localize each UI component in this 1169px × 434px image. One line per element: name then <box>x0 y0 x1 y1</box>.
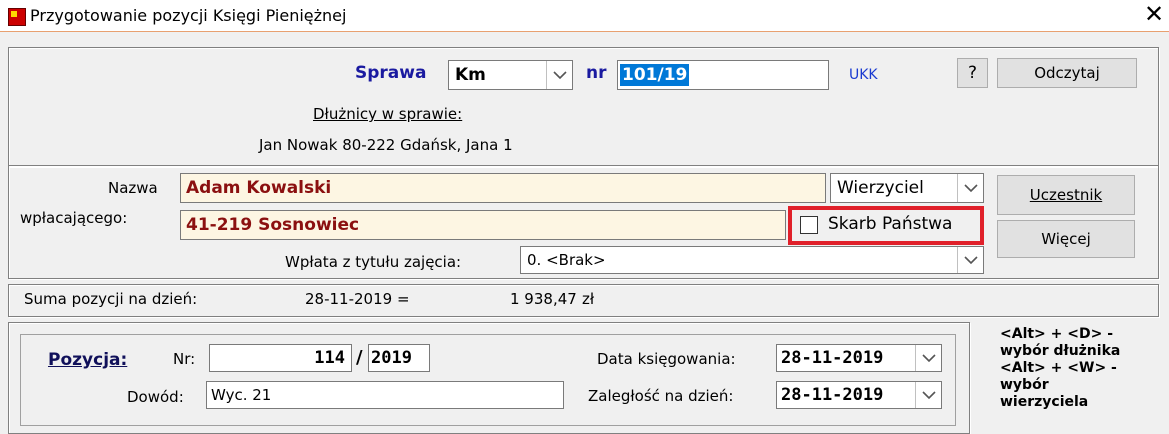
case-number-input[interactable]: 101/19 <box>617 60 829 90</box>
booking-date-value: 28-11-2019 <box>781 348 884 368</box>
position-nr-value: 114 <box>314 348 345 368</box>
app-icon <box>8 8 26 26</box>
debtor-text: Jan Nowak 80-222 Gdańsk, Jana 1 <box>259 136 513 154</box>
position-label: Pozycja: <box>48 350 128 370</box>
position-nr-label: Nr: <box>173 350 196 368</box>
help-button[interactable]: ? <box>957 58 988 88</box>
seizure-title-value: 0. <Brak> <box>527 251 606 269</box>
position-year-value: 2019 <box>371 348 412 368</box>
sum-date: 28-11-2019 = <box>305 290 410 308</box>
payer-address-value: 41-219 Sosnowiec <box>186 215 360 235</box>
treasury-checkbox[interactable] <box>800 216 818 234</box>
payer-name-value: Adam Kowalski <box>186 178 332 198</box>
office-code: UKK <box>849 67 878 83</box>
case-number-value: 101/19 <box>620 64 690 86</box>
calendar-dropdown-icon[interactable] <box>915 382 941 408</box>
booking-date-input[interactable]: 28-11-2019 <box>776 344 942 372</box>
hint-line: wierzyciela <box>1000 394 1089 410</box>
sum-amount: 1 938,47 <box>510 290 577 308</box>
payer-label: wpłacającego: <box>20 209 128 227</box>
payer-role-value: Wierzyciel <box>837 178 924 198</box>
close-icon[interactable]: ✕ <box>1141 0 1167 28</box>
proof-input[interactable]: Wyc. 21 <box>206 381 564 409</box>
hint-line: wybór dłużnika <box>1000 343 1121 359</box>
chevron-down-icon[interactable] <box>546 61 572 89</box>
debtors-label: Dłużnicy w sprawie: <box>313 105 463 123</box>
arrears-date-value: 28-11-2019 <box>781 385 884 405</box>
booking-date-label: Data księgowania: <box>597 350 736 368</box>
payer-role-select[interactable]: Wierzyciel <box>830 173 984 203</box>
arrears-date-input[interactable]: 28-11-2019 <box>776 381 942 409</box>
chevron-down-icon[interactable] <box>957 247 983 273</box>
participant-button[interactable]: Uczestnik <box>997 175 1135 215</box>
shortcut-hints: <Alt> + <D> - wybór dłużnika <Alt> + <W>… <box>1000 326 1165 411</box>
calendar-dropdown-icon[interactable] <box>915 345 941 371</box>
read-button[interactable]: Odczytaj <box>997 58 1137 88</box>
payer-name-input[interactable]: Adam Kowalski <box>180 173 826 203</box>
position-nr-input[interactable]: 114 <box>209 344 352 372</box>
proof-value: Wyc. 21 <box>211 386 272 404</box>
chevron-down-icon[interactable] <box>957 174 983 202</box>
hint-line: <Alt> + <W> - <box>1000 360 1117 376</box>
seizure-title-label: Wpłata z tytułu zajęcia: <box>285 253 462 271</box>
window-title: Przygotowanie pozycji Księgi Pieniężnej <box>30 6 347 25</box>
sum-label: Suma pozycji na dzień: <box>24 290 198 308</box>
proof-label: Dowód: <box>127 388 184 406</box>
sum-currency: zł <box>582 290 595 308</box>
hint-line: <Alt> + <D> - <box>1000 326 1114 342</box>
nr-label: nr <box>586 63 607 83</box>
case-type-value: Km <box>455 65 486 85</box>
position-year-input[interactable]: 2019 <box>368 344 430 372</box>
seizure-title-select[interactable]: 0. <Brak> <box>520 246 984 274</box>
arrears-date-label: Zaległość na dzień: <box>588 387 734 405</box>
payer-name-label: Nazwa <box>108 179 158 197</box>
position-slash: / <box>356 347 363 368</box>
hint-line: wybór <box>1000 377 1049 393</box>
payer-address-input[interactable]: 41-219 Sosnowiec <box>180 210 786 240</box>
case-label: Sprawa <box>355 63 427 83</box>
case-type-select[interactable]: Km <box>448 60 573 90</box>
more-button[interactable]: Więcej <box>997 220 1135 258</box>
treasury-label: Skarb Państwa <box>828 214 953 234</box>
